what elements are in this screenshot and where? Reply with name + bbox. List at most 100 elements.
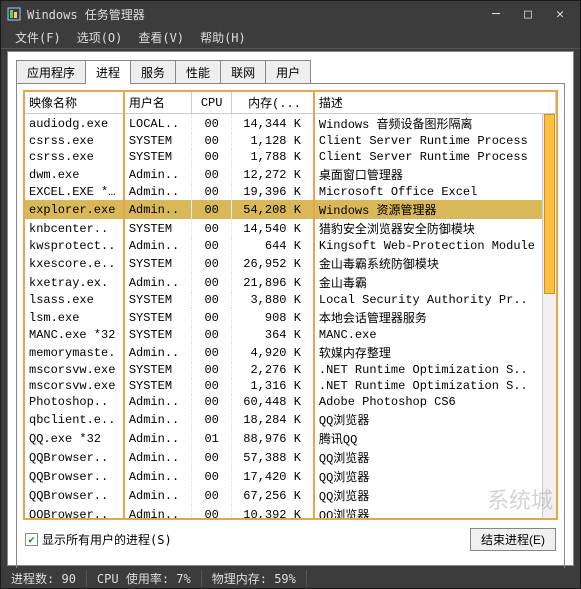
col-header-cpu[interactable]: CPU (192, 92, 232, 114)
cell-mem: 2,276 K (231, 362, 313, 378)
table-row[interactable]: QQBrowser..Admin..0017,420 KQQ浏览器 (25, 467, 556, 486)
cell-desc: QQ浏览器 (314, 410, 556, 429)
cell-mem: 364 K (231, 327, 313, 343)
cell-cpu: 00 (192, 133, 232, 149)
task-manager-window: Windows 任务管理器 ─ □ ✕ 文件(F) 选项(O) 查看(V) 帮助… (0, 0, 581, 589)
maximize-button[interactable]: □ (518, 5, 538, 23)
cell-cpu: 00 (192, 254, 232, 273)
cell-cpu: 00 (192, 343, 232, 362)
status-cpu: CPU 使用率: 7% (87, 570, 202, 587)
cell-name: dwm.exe (25, 165, 124, 184)
cell-cpu: 00 (192, 273, 232, 292)
cell-desc: Kingsoft Web-Protection Module (314, 238, 556, 254)
tab-users[interactable]: 用户 (265, 60, 311, 84)
cell-user: Admin.. (124, 165, 192, 184)
table-row[interactable]: explorer.exeAdmin..0054,208 KWindows 资源管… (25, 200, 556, 219)
end-process-button[interactable]: 结束进程(E) (470, 528, 556, 551)
process-table-container: 映像名称 用户名 CPU 内存(... 描述 audiodg.exeLOCAL.… (23, 90, 558, 520)
cell-name: EXCEL.EXE *32 (25, 184, 124, 200)
cell-user: SYSTEM (124, 378, 192, 394)
table-row[interactable]: qbclient.e..Admin..0018,284 KQQ浏览器 (25, 410, 556, 429)
col-header-description[interactable]: 描述 (314, 92, 556, 114)
table-row[interactable]: EXCEL.EXE *32Admin..0019,396 KMicrosoft … (25, 184, 556, 200)
table-row[interactable]: Photoshop..Admin..0060,448 KAdobe Photos… (25, 394, 556, 410)
table-row[interactable]: QQBrowser..Admin..0010,392 KQQ浏览器 (25, 505, 556, 520)
cell-user: Admin.. (124, 467, 192, 486)
tab-processes[interactable]: 进程 (85, 60, 131, 84)
cell-mem: 1,316 K (231, 378, 313, 394)
cell-cpu: 00 (192, 165, 232, 184)
titlebar[interactable]: Windows 任务管理器 ─ □ ✕ (1, 1, 580, 27)
table-row[interactable]: lsm.exeSYSTEM00908 K本地会话管理器服务 (25, 308, 556, 327)
cell-user: Admin.. (124, 429, 192, 448)
cell-name: knbcenter.. (25, 219, 124, 238)
table-row[interactable]: mscorsvw.exeSYSTEM002,276 K.NET Runtime … (25, 362, 556, 378)
cell-cpu: 01 (192, 429, 232, 448)
table-row[interactable]: lsass.exeSYSTEM003,880 KLocal Security A… (25, 292, 556, 308)
cell-name: QQBrowser.. (25, 505, 124, 520)
menu-file[interactable]: 文件(F) (7, 27, 69, 48)
table-row[interactable]: QQ.exe *32Admin..0188,976 K腾讯QQ (25, 429, 556, 448)
cell-name: lsm.exe (25, 308, 124, 327)
cell-name: mscorsvw.exe (25, 362, 124, 378)
cell-cpu: 00 (192, 292, 232, 308)
table-row[interactable]: dwm.exeAdmin..0012,272 K桌面窗口管理器 (25, 165, 556, 184)
table-row[interactable]: memorymaste.Admin..004,920 K软媒内存整理 (25, 343, 556, 362)
cell-user: SYSTEM (124, 327, 192, 343)
col-header-memory[interactable]: 内存(... (231, 92, 313, 114)
table-row[interactable]: csrss.exeSYSTEM001,788 KClient Server Ru… (25, 149, 556, 165)
menu-options[interactable]: 选项(O) (69, 27, 131, 48)
tab-applications[interactable]: 应用程序 (16, 60, 86, 84)
cell-mem: 12,272 K (231, 165, 313, 184)
table-row[interactable]: knbcenter..SYSTEM0014,540 K猎豹安全浏览器安全防御模块 (25, 219, 556, 238)
cell-mem: 19,396 K (231, 184, 313, 200)
menu-view[interactable]: 查看(V) (130, 27, 192, 48)
cell-desc: 软媒内存整理 (314, 343, 556, 362)
menubar: 文件(F) 选项(O) 查看(V) 帮助(H) (1, 27, 580, 49)
cell-desc: 桌面窗口管理器 (314, 165, 556, 184)
cell-name: QQ.exe *32 (25, 429, 124, 448)
table-row[interactable]: csrss.exeSYSTEM001,128 KClient Server Ru… (25, 133, 556, 149)
table-row[interactable]: audiodg.exeLOCAL..0014,344 KWindows 音频设备… (25, 114, 556, 134)
col-header-user[interactable]: 用户名 (124, 92, 192, 114)
cell-name: kxescore.e.. (25, 254, 124, 273)
cell-cpu: 00 (192, 238, 232, 254)
cell-cpu: 00 (192, 486, 232, 505)
cell-user: Admin.. (124, 184, 192, 200)
cell-mem: 14,344 K (231, 114, 313, 134)
cell-desc: Adobe Photoshop CS6 (314, 394, 556, 410)
cell-name: lsass.exe (25, 292, 124, 308)
table-row[interactable]: kxescore.e..SYSTEM0026,952 K金山毒霸系统防御模块 (25, 254, 556, 273)
cell-name: QQBrowser.. (25, 467, 124, 486)
process-table: 映像名称 用户名 CPU 内存(... 描述 audiodg.exeLOCAL.… (25, 92, 556, 520)
status-memory: 物理内存: 59% (202, 570, 307, 587)
table-row[interactable]: QQBrowser..Admin..0057,388 KQQ浏览器 (25, 448, 556, 467)
close-button[interactable]: ✕ (550, 5, 570, 23)
cell-mem: 67,256 K (231, 486, 313, 505)
cell-user: Admin.. (124, 273, 192, 292)
show-all-users-checkbox[interactable]: ✔ 显示所有用户的进程(S) (25, 531, 172, 548)
menu-help[interactable]: 帮助(H) (192, 27, 254, 48)
col-header-image[interactable]: 映像名称 (25, 92, 124, 114)
cell-mem: 88,976 K (231, 429, 313, 448)
cell-desc: .NET Runtime Optimization S.. (314, 378, 556, 394)
table-row[interactable]: mscorsvw.exeSYSTEM001,316 K.NET Runtime … (25, 378, 556, 394)
cell-name: MANC.exe *32 (25, 327, 124, 343)
cell-mem: 26,952 K (231, 254, 313, 273)
window-title: Windows 任务管理器 (27, 6, 486, 23)
cell-mem: 4,920 K (231, 343, 313, 362)
table-row[interactable]: MANC.exe *32SYSTEM00364 KMANC.exe (25, 327, 556, 343)
tab-services[interactable]: 服务 (130, 60, 176, 84)
content-area: 应用程序 进程 服务 性能 联网 用户 映像名称 用户名 CPU 内存(... … (7, 51, 574, 566)
tab-performance[interactable]: 性能 (175, 60, 221, 84)
cell-desc: Windows 音频设备图形隔离 (314, 114, 556, 134)
minimize-button[interactable]: ─ (486, 5, 506, 23)
cell-mem: 57,388 K (231, 448, 313, 467)
table-row[interactable]: kxetray.ex.Admin..0021,896 K金山毒霸 (25, 273, 556, 292)
scrollbar-thumb[interactable] (544, 114, 555, 294)
vertical-scrollbar[interactable] (542, 114, 556, 518)
table-row[interactable]: kwsprotect..Admin..00644 KKingsoft Web-P… (25, 238, 556, 254)
table-row[interactable]: QQBrowser..Admin..0067,256 KQQ浏览器 (25, 486, 556, 505)
cell-cpu: 00 (192, 327, 232, 343)
tab-networking[interactable]: 联网 (220, 60, 266, 84)
